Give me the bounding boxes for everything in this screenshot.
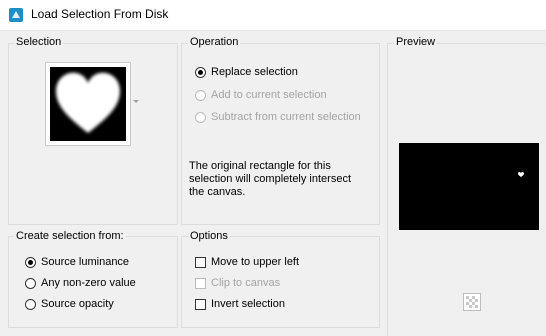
options-group-label: Options <box>188 230 230 242</box>
operation-group-label: Operation <box>188 36 241 48</box>
any-non-zero-radio[interactable] <box>25 278 36 289</box>
subtract-selection-radio[interactable] <box>195 112 206 123</box>
invert-selection-label[interactable]: Invert selection <box>211 298 285 310</box>
add-to-selection-radio[interactable] <box>195 90 206 101</box>
subtract-selection-label[interactable]: Subtract from current selection <box>211 111 361 123</box>
replace-selection-radio[interactable] <box>195 67 206 78</box>
info-line: the canvas. <box>189 186 246 198</box>
heart-shape-thumbnail <box>50 67 126 141</box>
invert-selection-checkbox[interactable] <box>195 299 206 310</box>
clip-to-canvas-label[interactable]: Clip to canvas <box>211 277 280 289</box>
source-opacity-radio[interactable] <box>25 299 36 310</box>
window-title: Load Selection From Disk <box>31 7 169 21</box>
preview-group-label: Preview <box>394 36 438 48</box>
operation-info-text: The original rectangle for this selectio… <box>189 160 374 199</box>
any-non-zero-label[interactable]: Any non-zero value <box>41 277 136 289</box>
add-to-selection-label[interactable]: Add to current selection <box>211 89 327 101</box>
selection-group-label: Selection <box>14 36 64 48</box>
preview-image <box>399 143 539 230</box>
chevron-down-icon[interactable] <box>133 100 139 103</box>
move-upper-left-checkbox[interactable] <box>195 257 206 268</box>
info-line: selection will completely intersect <box>189 173 352 185</box>
replace-selection-label[interactable]: Replace selection <box>211 66 298 78</box>
preview-heart <box>518 172 524 177</box>
source-opacity-label[interactable]: Source opacity <box>41 298 114 310</box>
app-icon <box>9 8 23 22</box>
source-luminance-radio[interactable] <box>25 257 36 268</box>
title-bar: Load Selection From Disk <box>0 0 546 31</box>
checkerboard-icon[interactable] <box>463 293 481 311</box>
selection-thumbnail[interactable] <box>45 62 131 146</box>
move-upper-left-label[interactable]: Move to upper left <box>211 256 299 268</box>
create-from-group-label: Create selection from: <box>14 230 126 242</box>
source-luminance-label[interactable]: Source luminance <box>41 256 129 268</box>
clip-to-canvas-checkbox[interactable] <box>195 278 206 289</box>
info-line: The original rectangle for this <box>189 160 331 172</box>
